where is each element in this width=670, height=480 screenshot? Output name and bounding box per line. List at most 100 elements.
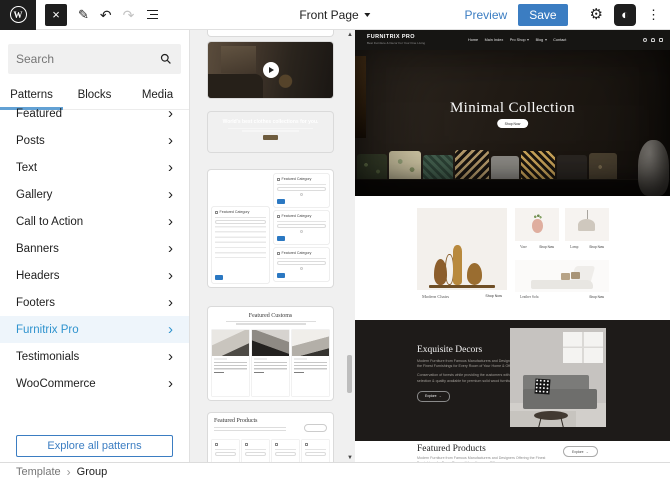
sidebar-item-headers[interactable]: Headers › <box>0 262 189 289</box>
shop-now-link[interactable]: Shop Now <box>539 245 554 249</box>
category-label: WooCommerce <box>16 378 96 390</box>
search-icon <box>160 53 172 65</box>
product-card-modern-chairs[interactable]: Modern Chairs Shop Now <box>417 208 507 302</box>
options-menu-icon[interactable]: ⋮ <box>647 0 660 30</box>
undo-icon[interactable]: ↶ <box>100 0 112 30</box>
grid-icon <box>277 215 280 218</box>
widget-input-placeholder <box>245 452 266 457</box>
sidebar-item-banners[interactable]: Banners › <box>0 235 189 262</box>
chevron-right-icon: › <box>168 187 173 202</box>
featured-explore-button[interactable]: Explore → <box>563 446 598 457</box>
coffee-table-shape <box>534 411 568 420</box>
placeholder-lines <box>254 362 287 371</box>
product-card-vase[interactable]: Vase Shop Now <box>515 208 559 252</box>
pattern-thumb-category-widgets[interactable]: Featured Category Featured Category Feat… <box>208 170 333 287</box>
shop-now-link[interactable]: Shop Now <box>589 295 604 299</box>
settings-gear-icon[interactable]: ⚙ <box>590 0 603 30</box>
sofa-shape <box>531 280 593 289</box>
breadcrumb-group[interactable]: Group <box>77 466 108 478</box>
widget-card: Featured Category <box>274 248 329 281</box>
widget-input-placeholder <box>277 261 326 266</box>
account-icon[interactable] <box>651 38 655 42</box>
pattern-thumb-partial[interactable] <box>208 30 333 36</box>
search-input[interactable] <box>8 52 160 66</box>
category-label: Banners <box>16 243 59 255</box>
blog-card-image <box>292 330 329 356</box>
sidebar-item-posts[interactable]: Posts › <box>0 127 189 154</box>
header-icons <box>643 30 663 50</box>
product-grid-block[interactable]: Modern Chairs Shop Now Vase Shop Now Lam… <box>355 196 670 320</box>
close-editor-button[interactable]: × <box>45 4 67 26</box>
pattern-thumb-video-hero[interactable] <box>208 42 333 98</box>
preview-button[interactable]: Preview <box>465 8 508 22</box>
scrollbar-thumb[interactable] <box>347 355 352 393</box>
wordpress-logo-button[interactable]: W <box>0 0 36 30</box>
nav-item-pro-shop[interactable]: Pro Shop <box>510 38 529 42</box>
vase-shape <box>467 263 482 285</box>
explore-all-patterns-button[interactable]: Explore all patterns <box>16 435 173 457</box>
product-card <box>272 440 299 462</box>
placeholder-line <box>245 449 266 450</box>
hero-block[interactable]: Minimal Collection Shop Now <box>355 50 670 196</box>
editor-canvas[interactable]: FURNITRIX PRO Best Furniture & Decor For… <box>355 30 670 462</box>
product-card-lamp[interactable]: Lamp Shop Now <box>565 208 609 252</box>
style-book-icon[interactable]: ◐ <box>614 4 636 26</box>
placeholder-line <box>242 130 300 131</box>
wordpress-icon: W <box>10 6 27 23</box>
edit-mode-icon[interactable]: ✎ <box>78 0 89 30</box>
category-label: Footers <box>16 297 55 309</box>
search-box[interactable] <box>8 44 181 74</box>
scroll-down-icon[interactable]: ▼ <box>347 455 353 461</box>
shop-now-link[interactable]: Shop Now <box>485 294 502 298</box>
redo-icon[interactable]: ↷ <box>123 0 135 30</box>
product-name: Modern Chairs <box>422 294 449 299</box>
sidebar-item-woocommerce[interactable]: WooCommerce › <box>0 370 189 397</box>
chevron-right-icon: › <box>168 160 173 175</box>
product-card-leather-sofa[interactable]: Leather Sofa Shop Now <box>515 260 609 302</box>
nav-item-home[interactable]: Home <box>468 38 478 42</box>
save-button[interactable]: Save <box>518 4 567 26</box>
sidebar-item-footers[interactable]: Footers › <box>0 289 189 316</box>
nav-item-blog[interactable]: Blog <box>536 38 547 42</box>
placeholder-line <box>228 128 313 129</box>
sidebar-item-gallery[interactable]: Gallery › <box>0 181 189 208</box>
document-overview-icon[interactable] <box>147 7 159 21</box>
placeholder-lines <box>294 362 327 371</box>
placeholder-line <box>236 323 306 324</box>
widget-input-placeholder <box>305 452 326 457</box>
exquisite-decors-block[interactable]: Exquisite Decors Modern Furniture from F… <box>355 320 670 441</box>
chevron-right-icon: › <box>168 376 173 391</box>
shop-now-link[interactable]: Shop Now <box>589 245 604 249</box>
sidebar-item-text[interactable]: Text › <box>0 154 189 181</box>
widget-card: Featured Category <box>274 174 329 207</box>
widget-title: Featured Category <box>282 214 312 218</box>
widget-button-placeholder <box>215 275 223 280</box>
sidebar-item-testimonials[interactable]: Testimonials › <box>0 343 189 370</box>
featured-products-block[interactable]: Featured Products Modern Furniture from … <box>355 441 670 462</box>
placeholder-line <box>305 449 326 450</box>
search-icon[interactable] <box>643 38 647 42</box>
nav-item-main-index[interactable]: Main Index <box>485 38 504 42</box>
hero-decor-panel <box>355 56 366 138</box>
placeholder-lines <box>214 362 247 371</box>
sidebar-item-featured[interactable]: Featured › <box>0 100 189 127</box>
sidebar-item-call-to-action[interactable]: Call to Action › <box>0 208 189 235</box>
pattern-thumb-banner[interactable]: World's best clothes collections for you… <box>208 112 333 152</box>
site-logo: FURNITRIX PRO Best Furniture & Decor For… <box>367 34 425 45</box>
sidebar-item-furnitrix-pro[interactable]: Furnitrix Pro › <box>0 316 189 343</box>
pattern-thumb-blog-grid[interactable]: Featured Customs <box>208 307 333 400</box>
document-title-button[interactable]: Front Page <box>299 8 370 22</box>
category-label: Call to Action <box>16 216 83 228</box>
pattern-thumb-featured-products[interactable]: Featured Products <box>208 413 333 462</box>
widget-input-placeholder <box>275 452 296 457</box>
nav-item-contact[interactable]: Contact <box>553 38 566 42</box>
breadcrumb-template[interactable]: Template <box>16 466 61 478</box>
widget-input-placeholder <box>277 224 326 229</box>
window-shape <box>563 332 603 363</box>
scroll-up-icon[interactable]: ▲ <box>347 32 353 38</box>
hero-shop-now-button[interactable]: Shop Now <box>497 119 529 128</box>
site-header-block[interactable]: FURNITRIX PRO Best Furniture & Decor For… <box>355 30 670 50</box>
chevron-right-icon: › <box>168 106 173 121</box>
cart-icon[interactable] <box>659 38 663 42</box>
decors-explore-button[interactable]: Explore → <box>417 391 450 402</box>
